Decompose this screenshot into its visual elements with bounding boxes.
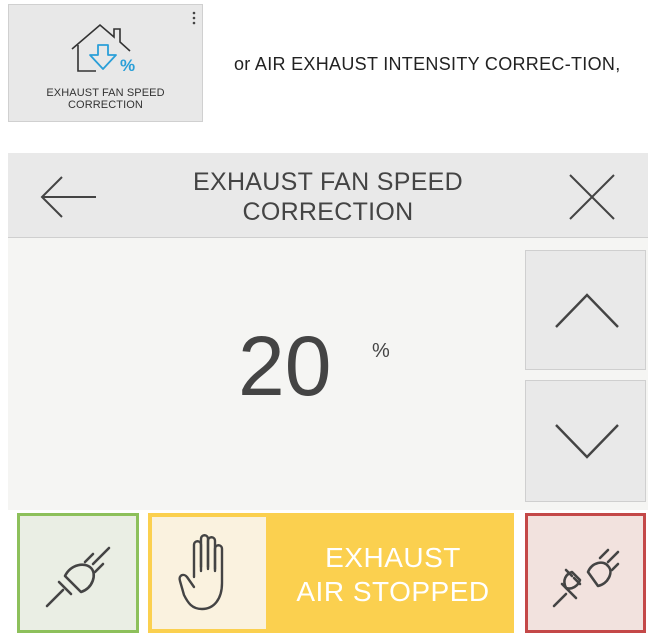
close-button[interactable] bbox=[566, 171, 618, 223]
hand-stop-box bbox=[152, 517, 266, 629]
value-unit: % bbox=[372, 340, 390, 362]
screen-header: EXHAUST FAN SPEED CORRECTION bbox=[8, 153, 648, 238]
close-icon bbox=[569, 174, 615, 220]
tile-label-line2: CORRECTION bbox=[68, 99, 143, 111]
exhaust-stop-button[interactable]: EXHAUST AIR STOPPED bbox=[148, 513, 514, 633]
chevron-down-icon bbox=[555, 424, 619, 459]
page-title-line2: CORRECTION bbox=[242, 198, 414, 226]
svg-text:%: % bbox=[120, 56, 135, 75]
function-tile[interactable]: % EXHAUST FAN SPEED CORRECTION bbox=[8, 4, 203, 122]
value-number: 20 bbox=[238, 319, 332, 413]
house-exhaust-percent-icon: % bbox=[71, 23, 135, 75]
status-label-line1: EXHAUST bbox=[325, 542, 461, 573]
connect-button[interactable] bbox=[17, 513, 139, 633]
decrease-button[interactable] bbox=[525, 380, 646, 502]
caption-text: or AIR EXHAUST INTENSITY CORREC-TION, bbox=[234, 54, 621, 74]
chevron-up-icon bbox=[555, 293, 619, 328]
page-title: EXHAUST FAN SPEED CORRECTION bbox=[138, 167, 518, 227]
increase-button[interactable] bbox=[525, 250, 646, 370]
hand-stop-icon bbox=[178, 534, 224, 611]
more-options-icon[interactable] bbox=[192, 11, 196, 25]
plug-connected-icon bbox=[45, 546, 111, 608]
status-label-line2: AIR STOPPED bbox=[296, 576, 490, 607]
tile-label: EXHAUST FAN SPEED CORRECTION bbox=[9, 87, 202, 111]
back-button[interactable] bbox=[38, 175, 98, 219]
disconnect-button[interactable] bbox=[525, 513, 646, 633]
page-title-line1: EXHAUST FAN SPEED bbox=[193, 168, 463, 196]
tile-label-line1: EXHAUST FAN SPEED bbox=[46, 87, 165, 99]
plug-disconnected-icon bbox=[552, 548, 620, 608]
status-label: EXHAUST AIR STOPPED bbox=[278, 541, 508, 609]
arrow-left-icon bbox=[40, 176, 96, 218]
